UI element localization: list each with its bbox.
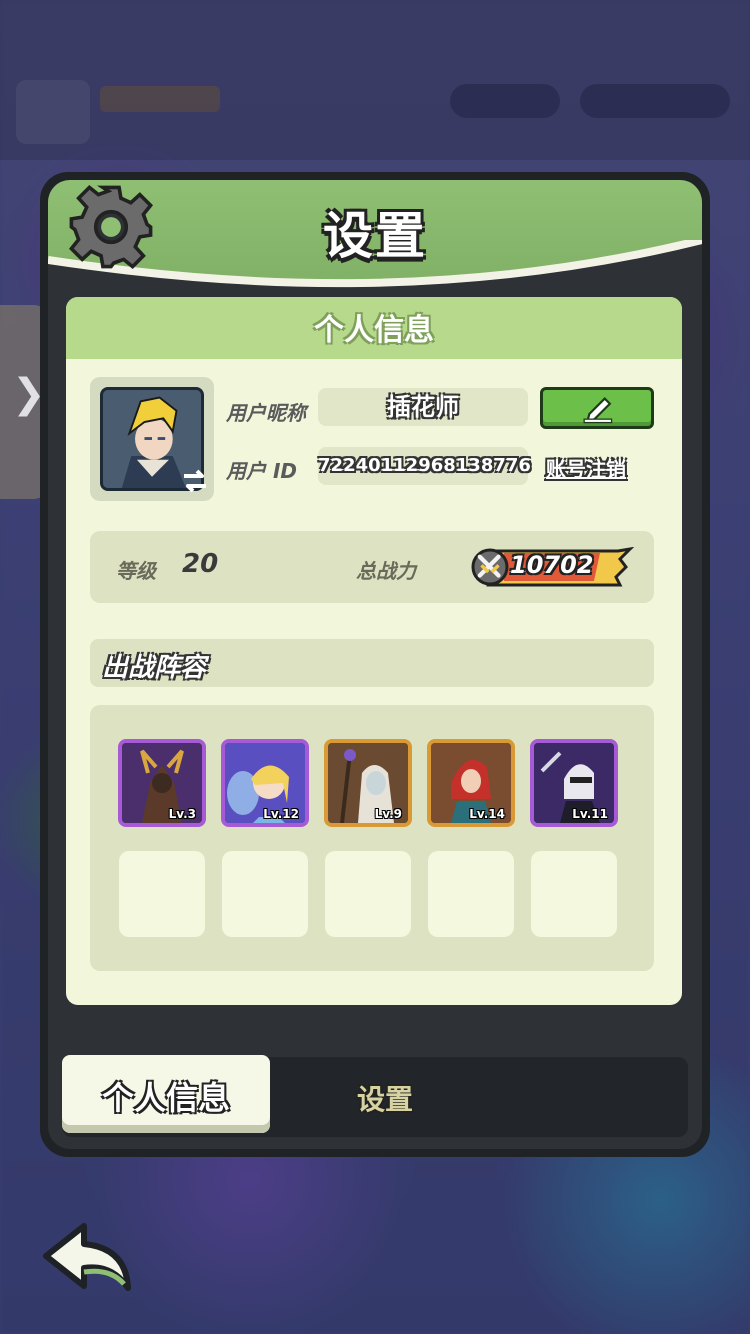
tab-profile-label: 个人信息 <box>101 1079 230 1117</box>
hero-level: Lv.9 <box>374 807 402 821</box>
stats-row: 等级 20 总战力 10702 <box>90 531 654 603</box>
empty-hero-slot[interactable] <box>325 851 411 937</box>
hero-slot-1[interactable]: Lv.3 <box>118 739 206 827</box>
nickname-label: 用户昵称 <box>226 401 306 425</box>
hero-slot-3[interactable]: Lv.9 <box>324 739 412 827</box>
power-label: 总战力 <box>356 559 416 583</box>
nickname-value: 插花师 <box>387 393 459 421</box>
level-value: 20 <box>182 549 219 579</box>
swap-arrows-icon[interactable] <box>180 467 210 495</box>
lineup-grid: Lv.3 Lv.12 Lv.9 Lv.14 Lv.11 <box>90 705 654 971</box>
tab-profile[interactable]: 个人信息 <box>62 1055 270 1133</box>
avatar-frame[interactable] <box>90 377 214 501</box>
hero-level: Lv.14 <box>469 807 505 821</box>
empty-hero-slot[interactable] <box>531 851 617 937</box>
account-delete-link[interactable]: 账号注销 <box>546 453 626 482</box>
dialog-header: 设置 <box>48 180 702 300</box>
user-id-value: 72240112968138776 <box>318 455 531 476</box>
lineup-title: 出战阵容 <box>102 653 207 683</box>
hero-slot-2[interactable]: Lv.12 <box>221 739 309 827</box>
edit-nickname-button[interactable] <box>540 387 654 429</box>
nickname-field: 插花师 <box>318 388 528 426</box>
user-id-label: 用户 ID <box>226 459 298 483</box>
hero-slot-5[interactable]: Lv.11 <box>530 739 618 827</box>
power-badge: 10702 <box>470 547 634 587</box>
profile-card-header: 个人信息 <box>66 297 682 359</box>
hero-slot-4[interactable]: Lv.14 <box>427 739 515 827</box>
profile-card: 个人信息 用户昵称 插花师 用户 ID 72240112968138776 账号… <box>66 297 682 1005</box>
hero-level: Lv.3 <box>168 807 196 821</box>
pencil-edit-icon <box>583 397 613 424</box>
empty-hero-slot[interactable] <box>428 851 514 937</box>
dialog-title: 设置 <box>323 207 427 265</box>
power-value: 10702 <box>510 551 594 579</box>
tab-settings[interactable]: 设置 <box>320 1078 450 1118</box>
user-id-field: 72240112968138776 <box>318 447 531 485</box>
crossed-swords-icon <box>477 554 501 578</box>
hero-level: Lv.11 <box>572 807 608 821</box>
back-arrow-icon[interactable] <box>40 1220 136 1294</box>
hero-level: Lv.12 <box>263 807 299 821</box>
empty-hero-slot[interactable] <box>222 851 308 937</box>
empty-hero-slot[interactable] <box>119 851 205 937</box>
level-label: 等级 <box>116 559 156 583</box>
profile-section-title: 个人信息 <box>314 313 434 348</box>
lineup-header: 出战阵容 <box>90 639 654 687</box>
